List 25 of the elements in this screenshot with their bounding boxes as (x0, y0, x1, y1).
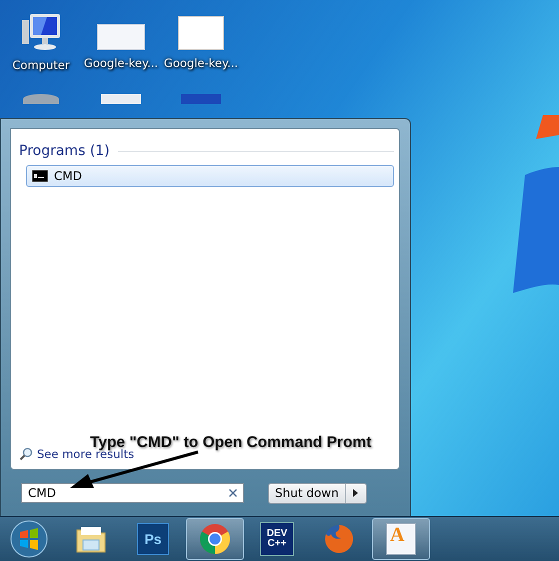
computer-icon (20, 12, 62, 52)
folder-icon (75, 524, 107, 554)
page-thumbnail (97, 24, 145, 50)
desktop-icon-label[interactable]: Google-key... (164, 56, 238, 70)
console-icon (32, 170, 48, 182)
chrome-icon (199, 523, 231, 555)
taskbar-button[interactable]: Ps (124, 518, 182, 560)
dev-cpp-icon: DEV C++ (260, 522, 294, 556)
search-icon (19, 447, 33, 461)
photoshop-icon: Ps (137, 523, 169, 555)
taskbar-button[interactable] (186, 518, 244, 560)
start-orb-icon (10, 520, 48, 558)
desktop-icon-label[interactable]: Computer (12, 58, 70, 72)
search-result[interactable]: CMD (26, 165, 394, 187)
annotation-text: Type "CMD" to Open Command Promt (90, 434, 372, 451)
shut-down-button[interactable]: Shut down (268, 482, 367, 504)
wordpad-icon: A (386, 523, 416, 555)
caret-icon (353, 489, 358, 497)
firefox-icon (323, 523, 355, 555)
taskbar-button[interactable]: DEV C++ (248, 518, 306, 560)
desktop-icon-label[interactable]: Google-key... (84, 56, 158, 70)
image-thumbnail (178, 16, 224, 50)
section-title: Programs (1) (19, 143, 110, 159)
search-field[interactable]: CMD (21, 483, 244, 503)
clear-icon[interactable] (229, 489, 237, 497)
